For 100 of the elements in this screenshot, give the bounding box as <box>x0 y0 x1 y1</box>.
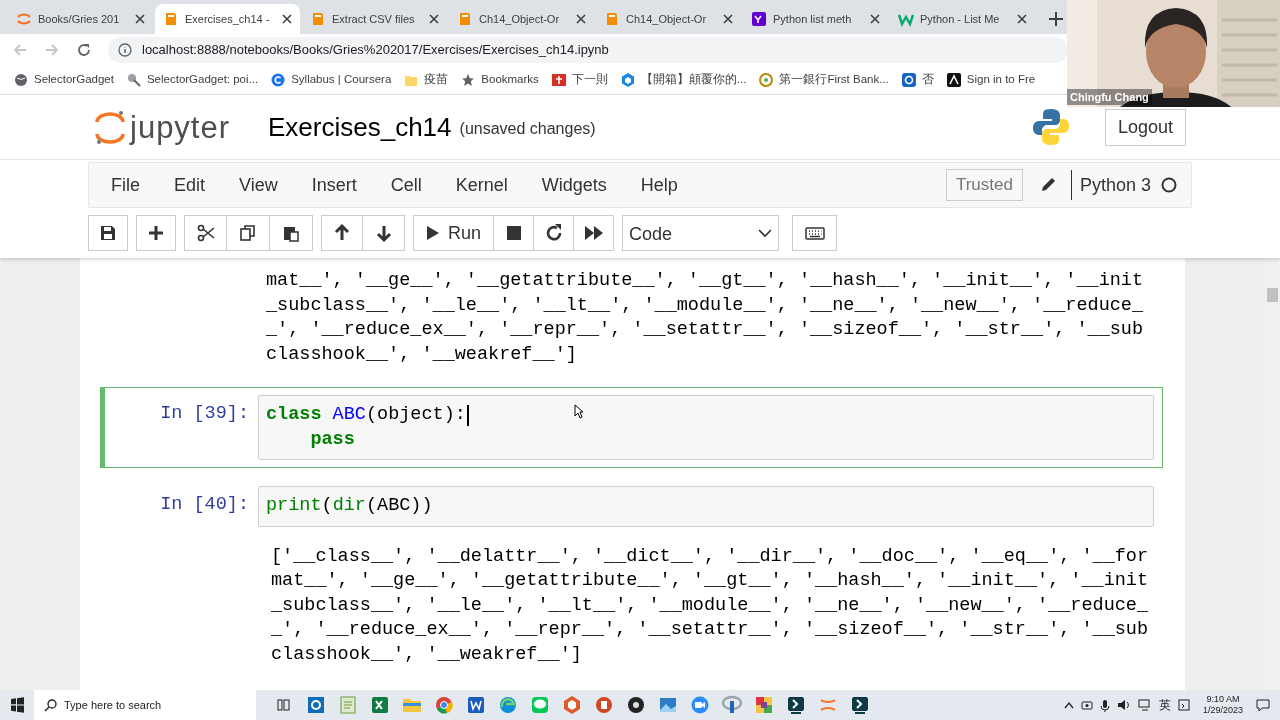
bookmark[interactable]: SelectorGadget <box>14 71 114 89</box>
paste-button[interactable] <box>270 215 313 251</box>
ring-logo-icon <box>901 73 916 87</box>
participant-name: Chingfu Chang <box>1067 88 1152 105</box>
save-icon <box>98 223 118 243</box>
bookmark[interactable]: 【開箱】顛覆你的... <box>620 71 747 89</box>
chevron-down-icon <box>758 228 773 238</box>
code-line: class ABC(object): <box>266 403 469 428</box>
code-input[interactable]: class ABC(object): pass <box>258 395 1154 460</box>
close-icon[interactable] <box>1017 14 1027 24</box>
menu-item[interactable]: File <box>111 171 140 199</box>
output-text: mat__', '__ge__', '__getattribute__', '__gt__', '__hash__', '__init__', '__init_subclass__', '__le__', '__lt__', '__module__', '__ne__', '__new__', '__reduce__', '__reduce_ex__', '__repr__', '__setattr__', '__sizeof__', '__str__', '__subclasshook__', '__weakref__'] <box>266 269 1144 367</box>
cell-prompt: In [39]: <box>159 402 250 426</box>
jupyter-logo-icon <box>94 108 126 146</box>
r-icon[interactable] <box>721 694 743 716</box>
notebook-title[interactable]: Exercises_ch14 <box>268 107 452 147</box>
close-icon[interactable] <box>723 14 733 24</box>
book-icon <box>163 11 179 27</box>
menu-item[interactable]: Cell <box>390 171 422 199</box>
cube-icon[interactable] <box>561 694 583 716</box>
cross-logo-icon <box>551 73 566 87</box>
bookmark[interactable]: 否 <box>901 71 934 89</box>
square-logo-icon <box>751 11 767 27</box>
kernel-name: Python 3 <box>1079 173 1151 197</box>
clipboard-icon[interactable] <box>1177 699 1190 711</box>
cursor-icon <box>574 404 584 419</box>
run-all-button[interactable] <box>574 215 615 251</box>
search-field[interactable]: Type here to search <box>34 690 256 720</box>
terminal-icon[interactable] <box>785 694 807 716</box>
scrollbar-thumb[interactable] <box>1267 288 1278 302</box>
chrome-icon[interactable] <box>433 694 455 716</box>
logout-button[interactable]: Logout <box>1104 108 1186 146</box>
move-up-button[interactable] <box>321 215 363 251</box>
close-icon[interactable] <box>282 14 292 24</box>
close-icon[interactable] <box>870 14 880 24</box>
video-call-icon[interactable] <box>689 694 711 716</box>
chevron-up-icon[interactable] <box>1063 701 1074 709</box>
browser-icon[interactable] <box>497 694 519 716</box>
speaker-icon[interactable] <box>1116 699 1131 711</box>
close-icon[interactable] <box>576 14 586 24</box>
browser-tab[interactable]: Books/Gries 201 <box>8 4 153 34</box>
camera-icon[interactable] <box>1080 699 1093 711</box>
app-icon[interactable] <box>305 694 327 716</box>
book-icon <box>604 11 620 27</box>
book-icon <box>457 11 473 27</box>
triangle-logo-icon <box>946 73 961 87</box>
cell-type-dropdown[interactable]: Code <box>622 215 780 251</box>
menu-item[interactable]: Kernel <box>455 171 508 199</box>
browser-tab[interactable]: Python list meth <box>743 4 888 34</box>
bookmark[interactable]: 第一銀行First Bank... <box>759 71 889 89</box>
archive-icon[interactable] <box>753 694 775 716</box>
browser-tab[interactable]: Exercises_ch14 - <box>155 4 300 34</box>
menu-item[interactable]: Widgets <box>541 171 607 199</box>
stop-button[interactable] <box>494 215 535 251</box>
spreadsheet-icon[interactable] <box>369 694 391 716</box>
clock[interactable]: 9:10 AM 1/29/2023 <box>1196 694 1249 716</box>
browser-tab[interactable]: Python - List Me <box>890 4 1035 34</box>
bookmark[interactable]: SelectorGadget: poi... <box>126 71 259 89</box>
cut-button[interactable] <box>184 215 227 251</box>
menu-item[interactable]: View <box>239 171 278 199</box>
notification-icon[interactable] <box>1256 698 1270 712</box>
fast-forward-icon <box>583 223 604 243</box>
menu-item[interactable]: Edit <box>174 171 206 199</box>
bookmark[interactable]: Syllabus | Coursera <box>271 71 392 89</box>
network-icon[interactable] <box>1137 699 1152 711</box>
insert-cell-button[interactable] <box>136 215 176 251</box>
dark-circle-icon[interactable] <box>625 694 647 716</box>
input-method[interactable]: 英 <box>1158 696 1171 714</box>
trusted-button[interactable]: Trusted <box>945 169 1023 201</box>
close-icon[interactable] <box>429 14 439 24</box>
command-palette-button[interactable] <box>792 215 838 251</box>
browser-tab[interactable]: Ch14_Object-Or <box>449 4 594 34</box>
code-line: print(dir(ABC)) <box>266 494 433 518</box>
terminal-icon[interactable] <box>849 694 871 716</box>
move-down-button[interactable] <box>363 215 405 251</box>
restart-button[interactable] <box>534 215 575 251</box>
microphone-icon[interactable] <box>1099 698 1110 712</box>
save-status: (unsaved changes) <box>459 119 596 139</box>
document-icon[interactable] <box>465 694 487 716</box>
bookmark[interactable]: 下一則 <box>551 71 608 89</box>
scissors-icon <box>195 223 216 243</box>
menu-item[interactable]: Help <box>640 171 678 199</box>
bookmark[interactable]: 疫苗 <box>404 71 449 89</box>
code-line: pass <box>309 427 355 452</box>
bookmark[interactable]: Sign in to Fre <box>946 71 1036 89</box>
reload-icon[interactable] <box>76 42 92 58</box>
book-icon <box>310 11 326 27</box>
save-button[interactable] <box>88 215 128 251</box>
hexagon-icon <box>620 73 635 87</box>
slides-icon[interactable] <box>593 694 615 716</box>
text-cursor <box>466 404 469 426</box>
run-button[interactable]: Run <box>413 215 495 251</box>
close-icon[interactable] <box>135 14 145 24</box>
address-bar[interactable]: localhost:8888/notebooks/Books/Gries%202017/Exercises/Exercises_ch14.ipynb <box>108 37 1068 63</box>
code-input[interactable]: print(dir(ABC)) <box>258 486 1154 527</box>
copy-button[interactable] <box>227 215 270 251</box>
menu-item[interactable]: Insert <box>311 171 357 199</box>
bookmark[interactable]: Bookmarks <box>461 71 539 89</box>
browser-tab[interactable]: Extract CSV files <box>302 4 447 34</box>
browser-tab[interactable]: Ch14_Object-Or <box>596 4 741 34</box>
